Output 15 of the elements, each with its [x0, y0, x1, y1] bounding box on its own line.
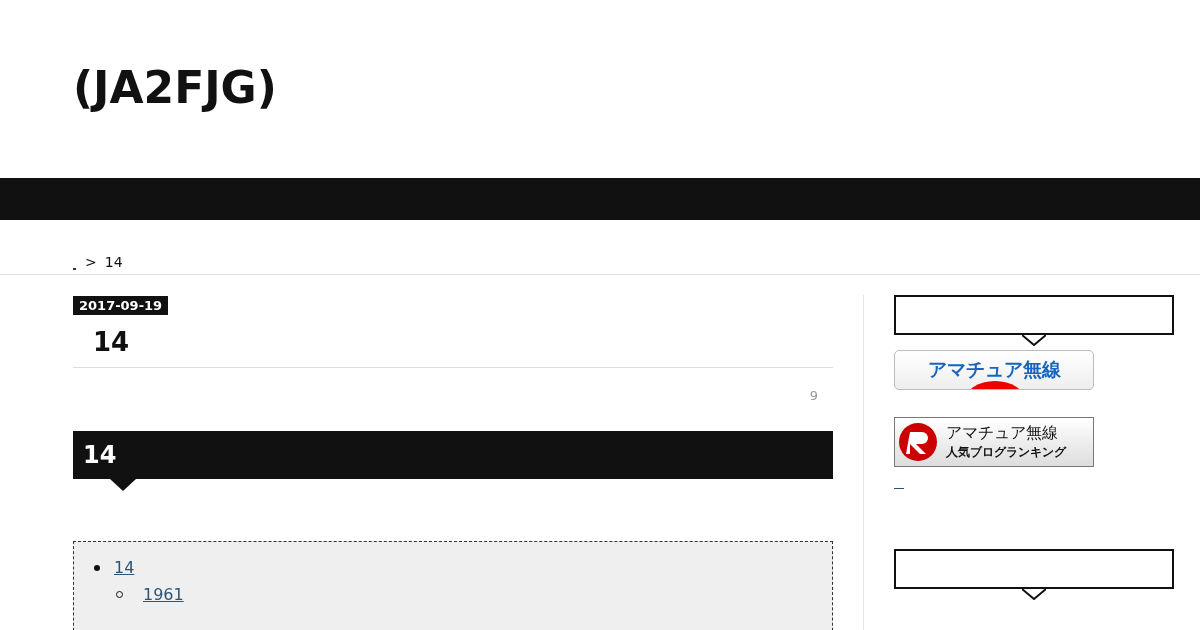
site-title[interactable]: (JA2FJG) [73, 60, 277, 116]
post-date: 2017-09-19 [73, 296, 169, 315]
ranking-banner[interactable]: アマチュア無線 [894, 350, 1094, 390]
post-title: 14 [73, 315, 833, 368]
bullet-icon [94, 564, 100, 571]
box-tail-icon [1022, 335, 1046, 346]
ranking-banner[interactable]: アマチュア無線 人気ブログランキング [894, 417, 1094, 467]
heading-tail-icon [110, 479, 136, 491]
toc-link[interactable]: 14 [114, 558, 135, 577]
ball-logo-icon [898, 422, 938, 462]
box-tail-icon [1022, 589, 1046, 600]
breadcrumb-current: 14 [104, 254, 123, 270]
toc-link[interactable]: 1961 [137, 585, 212, 604]
view-count: 9 [809, 388, 818, 403]
breadcrumb-separator: > [85, 254, 97, 270]
